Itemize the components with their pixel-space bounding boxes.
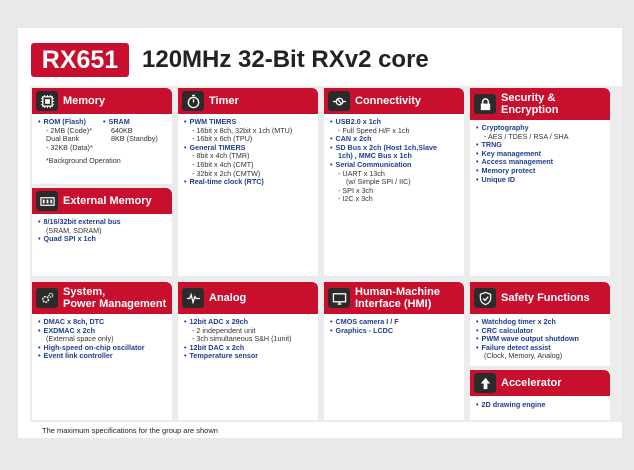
card-hmi: Human-MachineInterface (HMI) CMOS camera… bbox=[324, 282, 464, 420]
product-chip: RX651 bbox=[31, 43, 129, 77]
card-safety-body: Watchdog timer x 2chCRC calculatorPWM wa… bbox=[476, 317, 606, 361]
footnote: The maximum specifications for the group… bbox=[42, 426, 218, 435]
card-accelerator: Accelerator 2D drawing engine bbox=[470, 370, 610, 420]
display-icon bbox=[328, 288, 350, 308]
card-memory-header: Memory bbox=[32, 88, 172, 114]
gears-icon bbox=[36, 288, 58, 308]
card-system-title-line1: System, bbox=[63, 286, 106, 298]
list-item: 2D drawing engine bbox=[476, 400, 606, 410]
card-security-body: Cryptography- AES / TDES / RSA / SHATRNG… bbox=[476, 123, 606, 185]
list-item: Temperature sensor bbox=[184, 352, 314, 361]
page-title: 120MHz 32-Bit RXv2 core bbox=[142, 46, 429, 73]
memory-note: *Background Operation bbox=[46, 156, 121, 166]
lock-icon bbox=[474, 94, 496, 114]
card-accelerator-body: 2D drawing engine bbox=[476, 400, 606, 410]
card-accelerator-title: Accelerator bbox=[501, 377, 562, 389]
waveform-icon bbox=[182, 288, 204, 308]
card-hmi-header: Human-Machine Interface (HMI) bbox=[324, 282, 464, 314]
card-external-memory-header: External Memory bbox=[32, 188, 172, 214]
card-hmi-title: Human-Machine Interface (HMI) bbox=[355, 286, 440, 310]
card-hmi-body: CMOS camera I / FGraphics - LCDC bbox=[330, 317, 460, 336]
card-system: System,Power Management DMAC x 8ch, DTCE… bbox=[32, 282, 172, 420]
card-system-body: DMAC x 8ch, DTCEXDMAC x 2ch(External spa… bbox=[38, 317, 168, 361]
card-connectivity-header: Connectivity bbox=[324, 88, 464, 114]
card-external-memory-body: 8/16/32bit external bus(SRAM, SDRAM)Quad… bbox=[38, 217, 168, 244]
card-security: Security &Encryption Cryptography- AES /… bbox=[470, 88, 610, 276]
card-safety-title: Safety Functions bbox=[501, 292, 590, 304]
card-system-title-line2: Power Management bbox=[63, 298, 167, 310]
memory-rom-line3: - 32KB (Data)* bbox=[46, 142, 93, 152]
feature-panel: Memory ROM (Flash) - 2MB (Code)* Dual Ba… bbox=[30, 86, 622, 422]
list-item: - I2C x 3ch bbox=[338, 194, 373, 204]
plug-icon bbox=[328, 91, 350, 111]
list-item: Graphics - LCDC bbox=[330, 326, 460, 336]
card-timer: Timer PWM TIMERS- 16bit x 8ch, 32bit x 1… bbox=[178, 88, 318, 276]
card-connectivity: Connectivity USB2.0 x 1ch- Full Speed H/… bbox=[324, 88, 464, 276]
memory-chip-icon bbox=[36, 91, 58, 111]
list-item: Unique ID bbox=[476, 175, 606, 185]
card-timer-title: Timer bbox=[209, 95, 239, 107]
card-memory-title: Memory bbox=[63, 95, 106, 107]
card-analog-body: 12bit ADC x 29ch- 2 independent unit- 3c… bbox=[184, 317, 314, 361]
card-external-memory-title: External Memory bbox=[63, 195, 152, 207]
list-item: Quad SPI x 1ch bbox=[38, 235, 168, 244]
card-security-header: Security & Encryption bbox=[470, 88, 610, 120]
card-security-title-line1: Security & bbox=[501, 92, 556, 104]
memory-sram-line2: 8KB (Standby) bbox=[111, 134, 158, 144]
card-analog-header: Analog bbox=[178, 282, 318, 314]
shield-check-icon bbox=[474, 288, 496, 308]
card-connectivity-body: USB2.0 x 1ch- Full Speed H/F x 1chCAN x … bbox=[330, 117, 460, 204]
arrow-up-icon bbox=[474, 373, 496, 393]
card-memory: Memory ROM (Flash) - 2MB (Code)* Dual Ba… bbox=[32, 88, 172, 184]
card-safety: Safety Functions Watchdog timer x 2chCRC… bbox=[470, 282, 610, 366]
card-analog-title: Analog bbox=[209, 292, 247, 304]
card-analog: Analog 12bit ADC x 29ch- 2 independent u… bbox=[178, 282, 318, 420]
list-item: Event link controller bbox=[38, 352, 168, 361]
list-item: Real-time clock (RTC) bbox=[184, 178, 314, 187]
card-security-title: Security & Encryption bbox=[501, 92, 558, 116]
slide: RX651 120MHz 32-Bit RXv2 core Memory ROM… bbox=[18, 28, 622, 438]
card-connectivity-title: Connectivity bbox=[355, 95, 422, 107]
card-timer-body: PWM TIMERS- 16bit x 8ch, 32bit x 1ch (MT… bbox=[184, 117, 314, 187]
card-system-header: System, Power Management bbox=[32, 282, 172, 314]
card-system-title: System, Power Management bbox=[63, 286, 166, 310]
card-external-memory: External Memory 8/16/32bit external bus(… bbox=[32, 188, 172, 276]
memory-module-icon bbox=[36, 191, 58, 211]
list-item: (Clock, Memory, Analog) bbox=[484, 351, 563, 361]
card-safety-header: Safety Functions bbox=[470, 282, 610, 314]
card-hmi-title-line1: Human-Machine bbox=[355, 286, 440, 298]
card-accelerator-header: Accelerator bbox=[470, 370, 610, 396]
stopwatch-icon bbox=[182, 91, 204, 111]
card-memory-body: ROM (Flash) - 2MB (Code)* Dual Bank - 32… bbox=[38, 117, 168, 166]
card-security-title-line2: Encryption bbox=[501, 104, 559, 116]
card-hmi-title-line2: Interface (HMI) bbox=[355, 298, 432, 310]
card-timer-header: Timer bbox=[178, 88, 318, 114]
